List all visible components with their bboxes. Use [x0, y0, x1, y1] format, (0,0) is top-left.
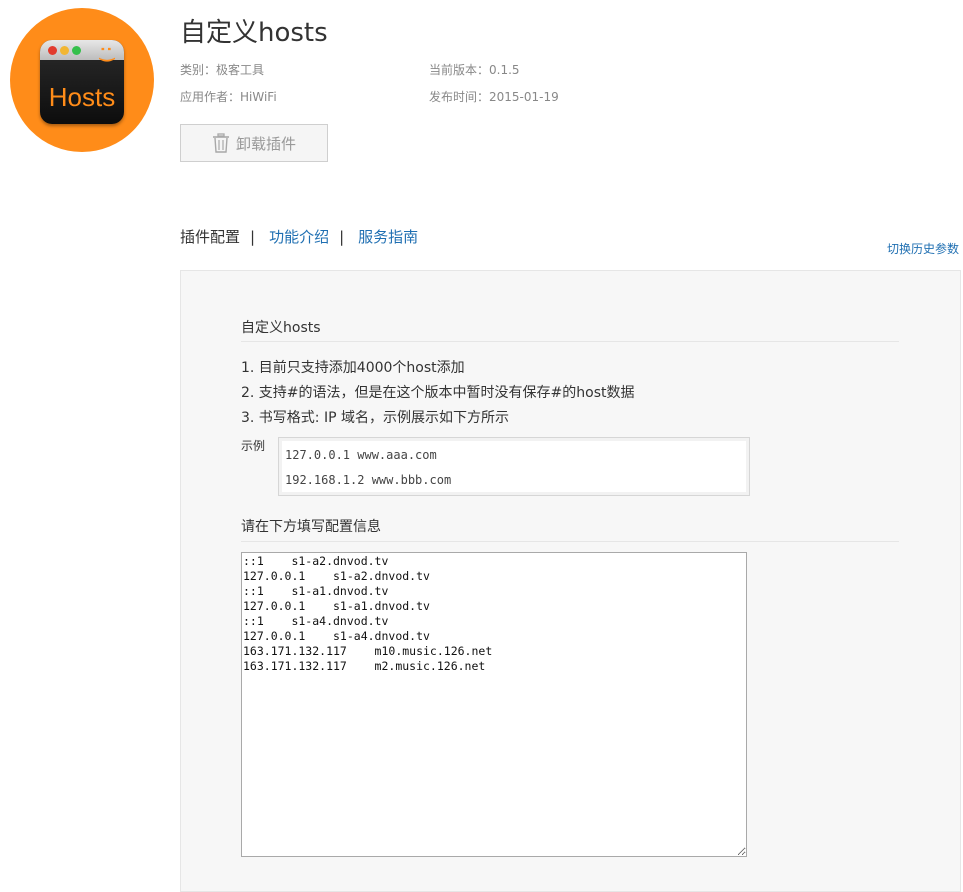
- tab-service-guide[interactable]: 服务指南: [358, 226, 418, 247]
- tab-separator: |: [250, 227, 256, 246]
- example-label: 示例: [241, 439, 266, 453]
- config-panel: 自定义hosts 1. 目前只支持添加4000个host添加 2. 支持#的语法…: [180, 270, 961, 892]
- hosts-config-textarea[interactable]: ::1 s1-a2.dnvod.tv 127.0.0.1 s1-a2.dnvod…: [241, 552, 747, 857]
- plugin-release-date: 发布时间：2015-01-19: [429, 90, 559, 104]
- hosts-app-icon: :) Hosts: [40, 40, 124, 124]
- config-note-2: 2. 支持#的语法，但是在这个版本中暂时没有保存#的host数据: [241, 385, 635, 401]
- config-section-title: 自定义hosts: [241, 320, 321, 336]
- tab-separator: |: [339, 227, 345, 246]
- tab-plugin-config[interactable]: 插件配置: [180, 226, 240, 247]
- plugin-author: 应用作者：HiWiFi: [180, 90, 277, 104]
- section-divider: [241, 541, 899, 542]
- config-note-1: 1. 目前只支持添加4000个host添加: [241, 360, 465, 376]
- example-box: 127.0.0.1 www.aaa.com 192.168.1.2 www.bb…: [278, 437, 750, 496]
- plugin-category: 类别：极客工具: [180, 63, 265, 77]
- input-section-title: 请在下方填写配置信息: [241, 519, 381, 535]
- yellow-dot-icon: [60, 46, 69, 55]
- plugin-version: 当前版本：0.1.5: [429, 63, 520, 77]
- red-dot-icon: [48, 46, 57, 55]
- example-line-2: 192.168.1.2 www.bbb.com: [285, 473, 452, 487]
- switch-history-params-link[interactable]: 切换历史参数: [887, 240, 959, 257]
- green-dot-icon: [72, 46, 81, 55]
- plugin-title: 自定义hosts: [180, 18, 328, 48]
- tab-feature-intro[interactable]: 功能介绍: [269, 226, 329, 247]
- section-divider: [241, 341, 899, 342]
- plugin-tabs: 插件配置 | 功能介绍 | 服务指南: [180, 226, 418, 247]
- example-line-1: 127.0.0.1 www.aaa.com: [285, 448, 437, 462]
- icon-smile-text: :): [96, 43, 118, 66]
- config-note-3: 3. 书写格式: IP 域名，示例展示如下方所示: [241, 410, 509, 426]
- uninstall-label: 卸载插件: [235, 134, 296, 153]
- app-icon-badge: :) Hosts: [10, 8, 154, 152]
- icon-hosts-text: Hosts: [48, 82, 116, 112]
- trash-icon: [212, 133, 229, 153]
- uninstall-plugin-button[interactable]: 卸载插件: [180, 124, 328, 162]
